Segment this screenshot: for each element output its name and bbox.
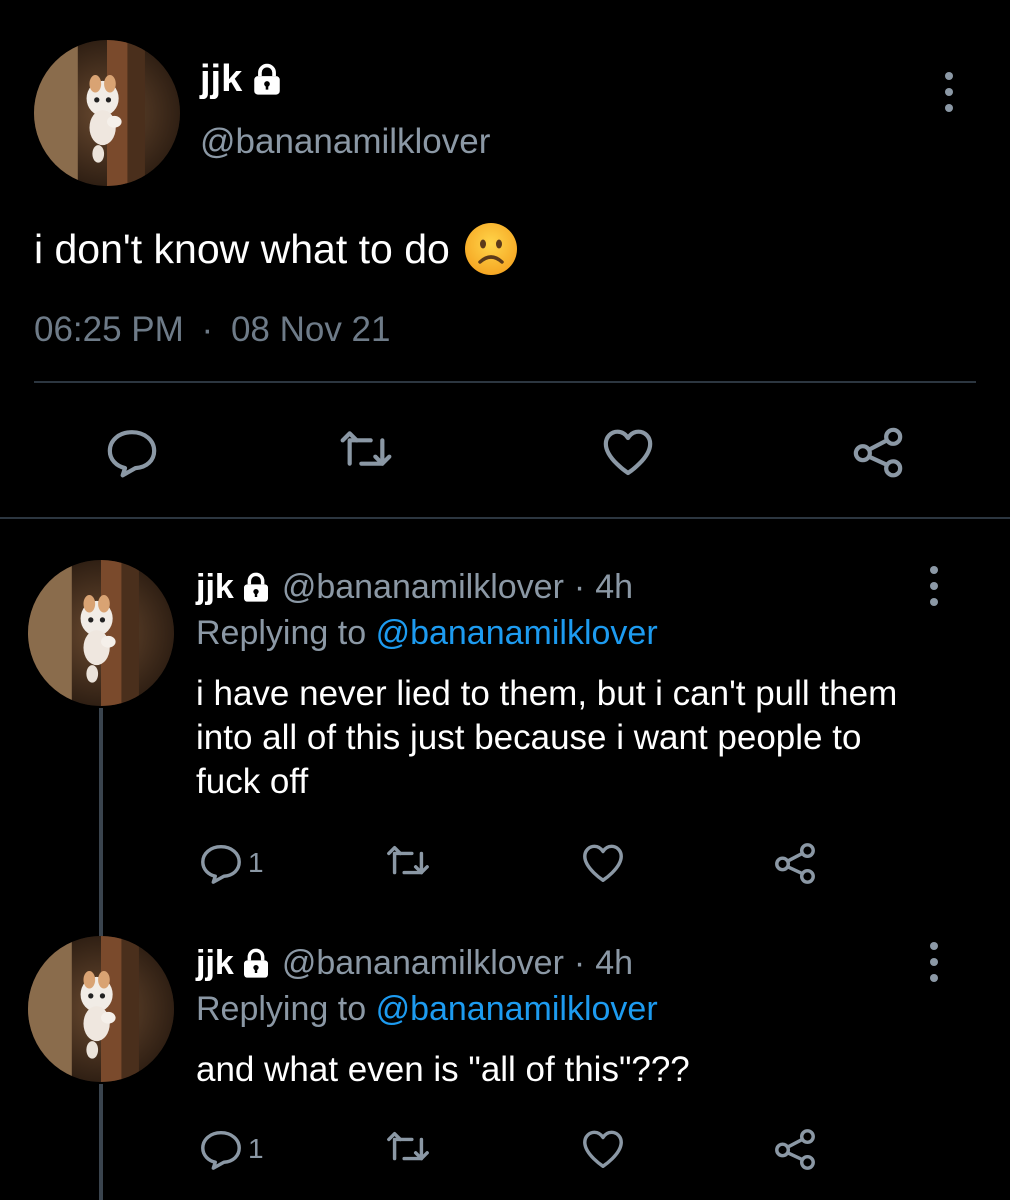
heart-icon	[600, 424, 656, 480]
reply-button[interactable]: 1	[198, 840, 264, 886]
retweet-button[interactable]	[385, 840, 431, 886]
main-divider	[34, 381, 976, 383]
like-button[interactable]	[580, 840, 626, 886]
speech-bubble-icon	[198, 840, 244, 886]
main-author-name[interactable]: jjk	[200, 60, 242, 98]
retweet-button[interactable]	[385, 1126, 431, 1172]
reply-author-name[interactable]: jjk	[196, 570, 234, 604]
lock-icon	[250, 62, 284, 96]
speech-bubble-icon	[104, 424, 160, 480]
replying-to-line: Replying to @bananamilklover	[196, 992, 658, 1026]
more-options-icon[interactable]	[945, 72, 953, 112]
share-button[interactable]	[772, 840, 818, 886]
speech-bubble-icon	[198, 1126, 244, 1172]
more-options-icon[interactable]	[930, 942, 938, 982]
time-separator: ·	[202, 310, 214, 349]
frowning-face-icon	[464, 222, 518, 276]
thread-line	[99, 708, 103, 940]
main-tweet-timestamp[interactable]: 06:25 PM · 08 Nov 21	[34, 312, 391, 347]
share-icon	[850, 424, 906, 480]
avatar-image	[28, 936, 174, 1082]
main-author-name-row[interactable]: jjk	[200, 60, 284, 98]
heart-icon	[580, 840, 626, 886]
share-icon	[772, 840, 818, 886]
reply-button[interactable]	[104, 424, 160, 480]
retweet-icon	[338, 424, 394, 480]
share-button[interactable]	[772, 1126, 818, 1172]
avatar-image	[34, 40, 180, 186]
retweet-icon	[385, 840, 431, 886]
lock-icon	[240, 947, 272, 979]
retweet-icon	[385, 1126, 431, 1172]
replying-to-link[interactable]: @bananamilklover	[376, 990, 658, 1028]
reply-author-handle[interactable]: @bananamilklover	[282, 946, 564, 980]
replying-to-link[interactable]: @bananamilklover	[376, 614, 658, 652]
reply-age[interactable]: 4h	[595, 946, 633, 980]
main-tweet-text: i don't know what to do	[34, 229, 450, 270]
main-author-handle[interactable]: @bananamilklover	[200, 124, 490, 159]
main-tweet-text-row: i don't know what to do	[34, 222, 518, 276]
reply-age[interactable]: 4h	[595, 570, 633, 604]
reply-count: 1	[248, 847, 264, 879]
reply-button[interactable]: 1	[198, 1126, 264, 1172]
like-button[interactable]	[600, 424, 656, 480]
like-button[interactable]	[580, 1126, 626, 1172]
reply-separator: ·	[574, 570, 585, 604]
heart-icon	[580, 1126, 626, 1172]
reply-text: i have never lied to them, but i can't p…	[196, 672, 916, 804]
tweet-time: 06:25 PM	[34, 310, 184, 349]
reply-text: and what even is "all of this"???	[196, 1048, 916, 1092]
tweet-date: 08 Nov 21	[231, 310, 391, 349]
reply-avatar[interactable]	[28, 560, 174, 706]
more-options-icon[interactable]	[930, 566, 938, 606]
section-divider	[0, 517, 1010, 519]
avatar-image	[28, 560, 174, 706]
reply-header[interactable]: jjk @bananamilklover · 4h	[196, 946, 633, 980]
thread-line	[99, 1084, 103, 1200]
share-icon	[772, 1126, 818, 1172]
lock-icon	[240, 571, 272, 603]
reply-count: 1	[248, 1133, 264, 1165]
retweet-button[interactable]	[338, 424, 394, 480]
reply-header[interactable]: jjk @bananamilklover · 4h	[196, 570, 633, 604]
reply-separator: ·	[574, 946, 585, 980]
replying-to-label: Replying to	[196, 990, 366, 1028]
main-avatar[interactable]	[34, 40, 180, 186]
replying-to-label: Replying to	[196, 614, 366, 652]
replying-to-line: Replying to @bananamilklover	[196, 616, 658, 650]
share-button[interactable]	[850, 424, 906, 480]
reply-author-handle[interactable]: @bananamilklover	[282, 570, 564, 604]
reply-author-name[interactable]: jjk	[196, 946, 234, 980]
reply-avatar[interactable]	[28, 936, 174, 1082]
